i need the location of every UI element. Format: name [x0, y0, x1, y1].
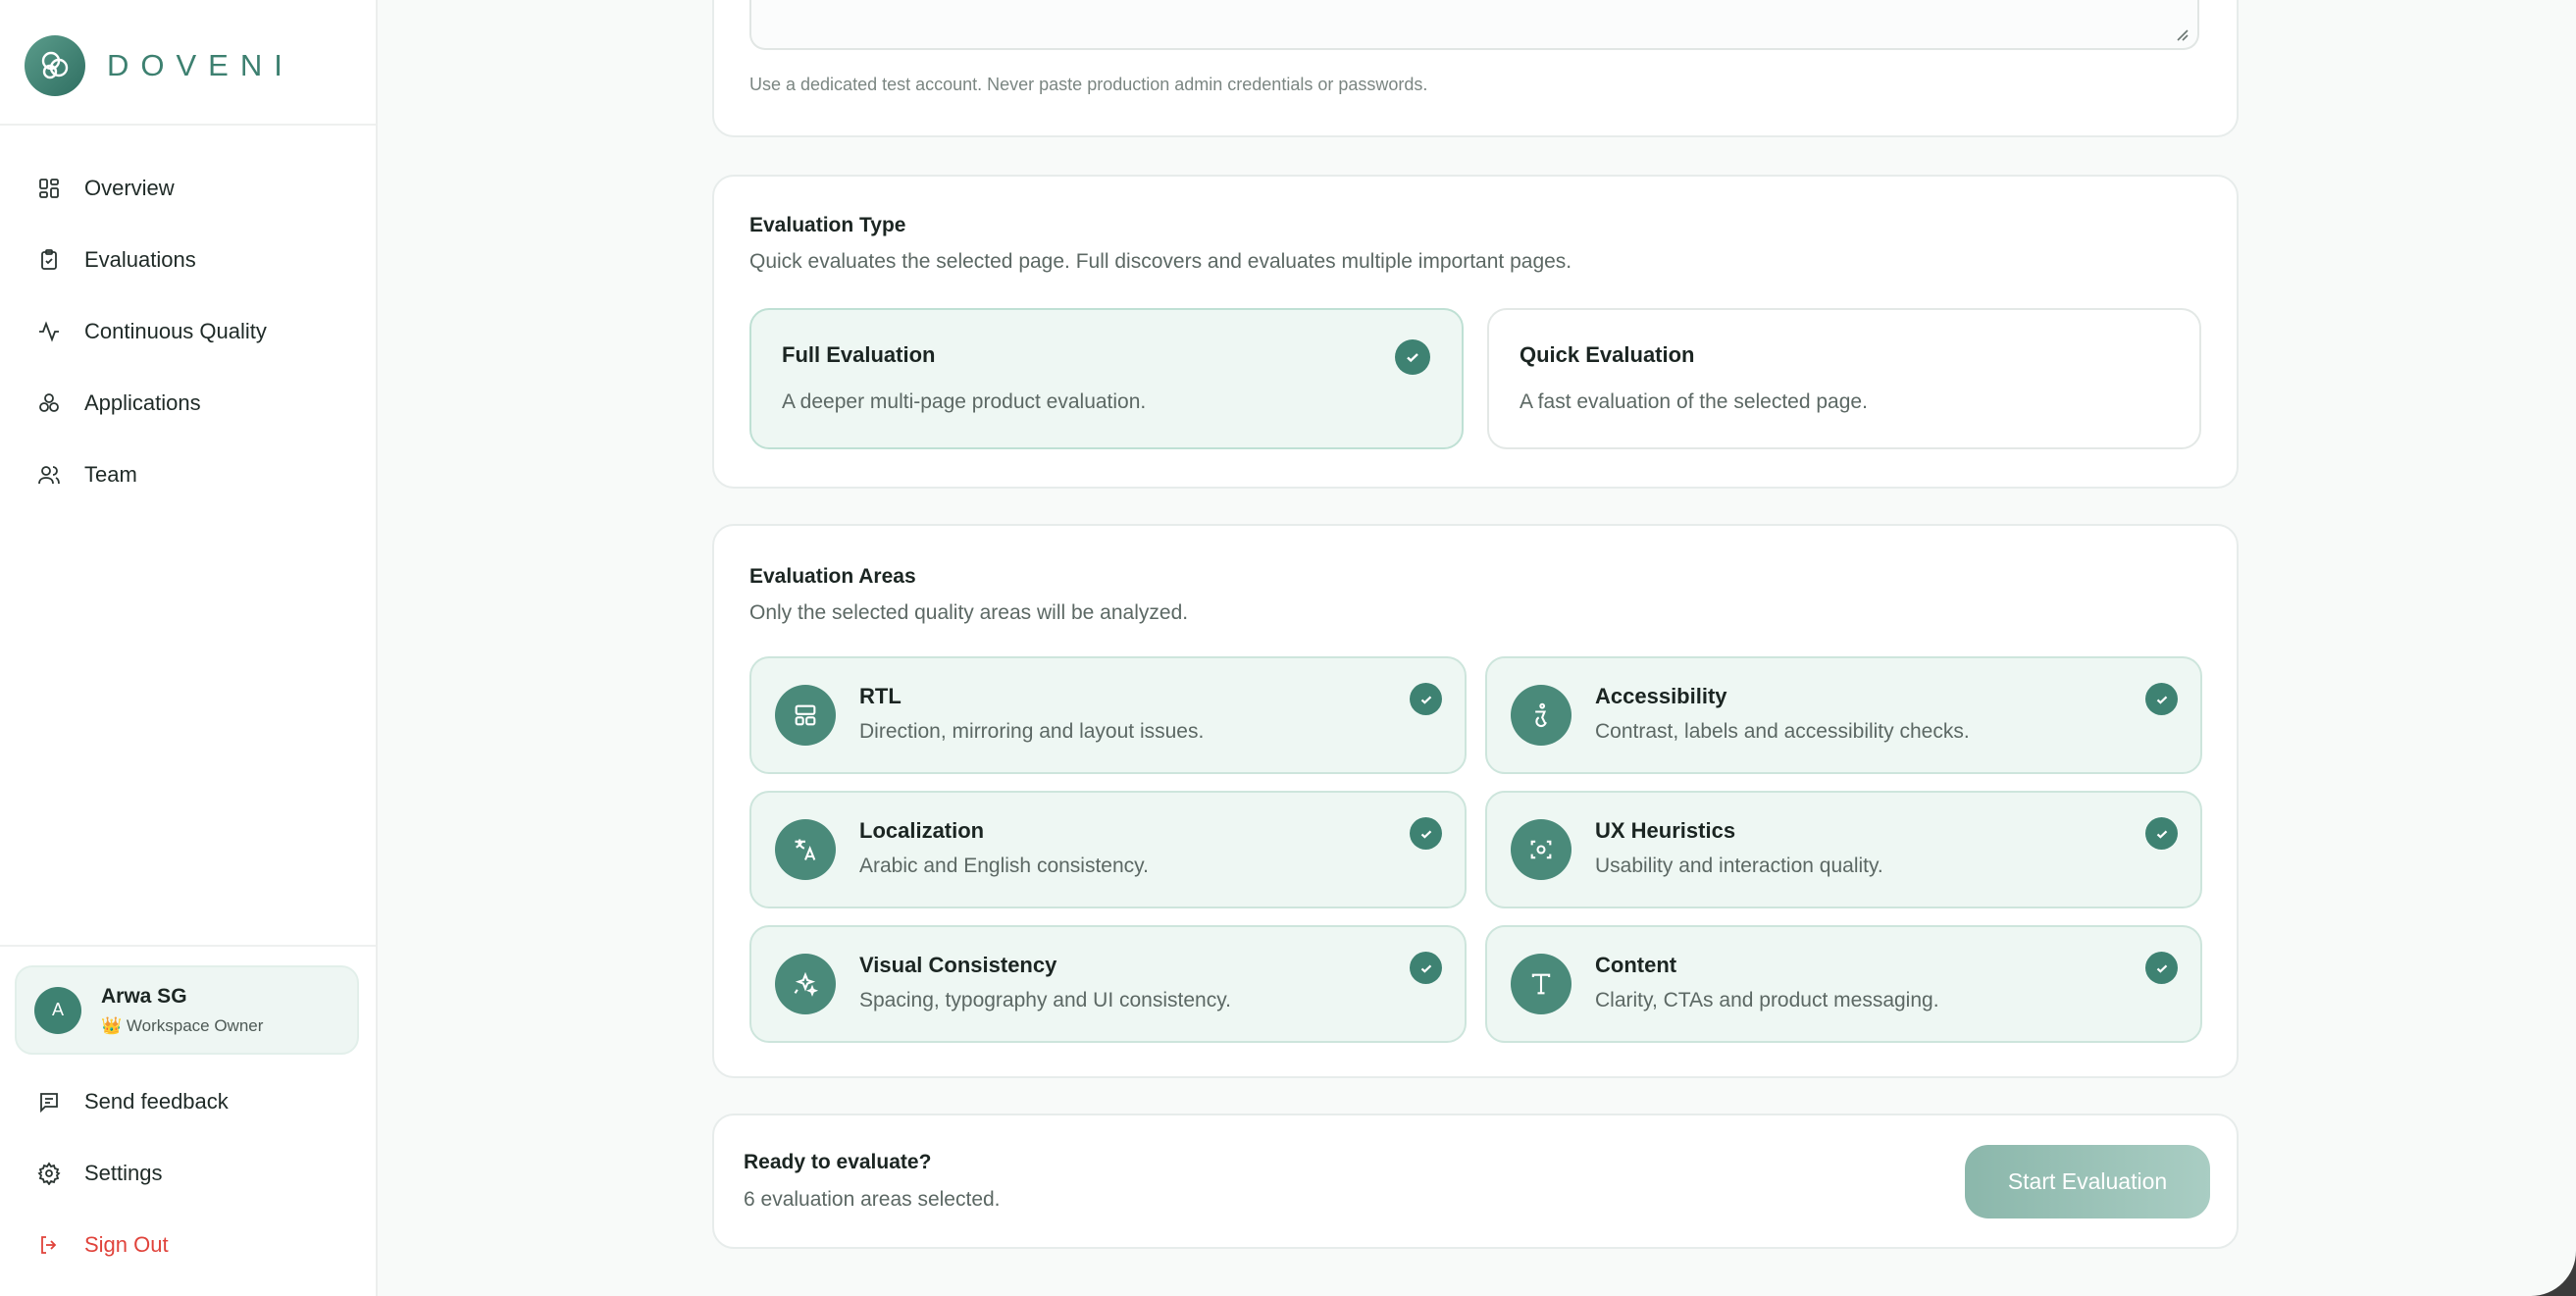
- area-description: Direction, mirroring and layout issues.: [859, 720, 1205, 743]
- accessibility-icon: [1511, 685, 1571, 746]
- section-title: Evaluation Type: [749, 214, 906, 236]
- users-icon: [35, 461, 63, 489]
- section-title: Evaluation Areas: [749, 565, 916, 588]
- area-title: Accessibility: [1595, 684, 1727, 708]
- area-description: Clarity, CTAs and product messaging.: [1595, 989, 1939, 1011]
- area-content[interactable]: Content Clarity, CTAs and product messag…: [1485, 925, 2202, 1043]
- check-icon: [1410, 683, 1442, 715]
- section-subtitle: Only the selected quality areas will be …: [749, 601, 1189, 624]
- avatar: A: [34, 986, 81, 1034]
- area-title: Content: [1595, 953, 1677, 977]
- start-evaluation-button[interactable]: Start Evaluation: [1965, 1145, 2210, 1218]
- option-title: Full Evaluation: [782, 342, 936, 367]
- area-title: Visual Consistency: [859, 953, 1057, 977]
- user-name: Arwa SG: [101, 984, 187, 1008]
- nav-overview[interactable]: Overview: [35, 166, 175, 211]
- area-title: Localization: [859, 818, 985, 843]
- ready-card: Ready to evaluate? 6 evaluation areas se…: [712, 1114, 2239, 1249]
- sparkles-icon: [775, 954, 836, 1014]
- activity-icon: [35, 318, 63, 345]
- check-icon: [1410, 817, 1442, 850]
- nav-label: Settings: [84, 1161, 163, 1185]
- evaluation-type-card: Evaluation Type Quick evaluates the sele…: [712, 175, 2239, 489]
- user-role: 👑 Workspace Owner: [101, 1015, 264, 1035]
- area-description: Contrast, labels and accessibility check…: [1595, 720, 1970, 743]
- grid-icon: [35, 175, 63, 202]
- sidebar: DOVENI Overview Evaluations Continuous Q…: [0, 0, 378, 1296]
- area-visual-consistency[interactable]: Visual Consistency Spacing, typography a…: [749, 925, 1467, 1043]
- nav-label: Send feedback: [84, 1089, 229, 1114]
- sign-out-button[interactable]: Sign Out: [35, 1222, 169, 1268]
- nav-label: Applications: [84, 390, 201, 415]
- check-icon: [1410, 952, 1442, 984]
- message-icon: [35, 1088, 63, 1115]
- nav-evaluations[interactable]: Evaluations: [35, 237, 196, 283]
- quick-evaluation-option[interactable]: Quick Evaluation A fast evaluation of th…: [1487, 308, 2201, 449]
- selected-count: 6 evaluation areas selected.: [744, 1188, 1001, 1211]
- section-subtitle: Quick evaluates the selected page. Full …: [749, 250, 1572, 273]
- credentials-textarea[interactable]: [749, 0, 2199, 50]
- user-profile-card[interactable]: A Arwa SG 👑 Workspace Owner: [15, 965, 359, 1055]
- nav-label: Evaluations: [84, 247, 196, 272]
- scan-icon: [1511, 819, 1571, 880]
- ready-title: Ready to evaluate?: [744, 1151, 932, 1173]
- area-description: Spacing, typography and UI consistency.: [859, 989, 1231, 1011]
- nav-applications[interactable]: Applications: [35, 381, 201, 426]
- check-icon: [1395, 339, 1430, 375]
- divider: [0, 124, 376, 126]
- nav-label: Sign Out: [84, 1232, 169, 1257]
- apps-cluster-icon: [35, 389, 63, 417]
- nav-team[interactable]: Team: [35, 452, 137, 497]
- area-title: UX Heuristics: [1595, 818, 1736, 843]
- evaluation-areas-card: Evaluation Areas Only the selected quali…: [712, 524, 2239, 1078]
- brand-name: DOVENI: [107, 48, 294, 82]
- area-ux-heuristics[interactable]: UX Heuristics Usability and interaction …: [1485, 791, 2202, 908]
- text-icon: [1511, 954, 1571, 1014]
- send-feedback-button[interactable]: Send feedback: [35, 1079, 229, 1124]
- credentials-card: Use a dedicated test account. Never past…: [712, 0, 2239, 137]
- area-accessibility[interactable]: Accessibility Contrast, labels and acces…: [1485, 656, 2202, 774]
- app-window: DOVENI Overview Evaluations Continuous Q…: [0, 0, 2576, 1296]
- resize-grip-icon[interactable]: [2174, 26, 2190, 42]
- sign-out-icon: [35, 1231, 63, 1259]
- divider: [0, 945, 376, 947]
- nav-label: Continuous Quality: [84, 319, 267, 343]
- doveni-logo-icon: [25, 35, 85, 96]
- area-rtl[interactable]: RTL Direction, mirroring and layout issu…: [749, 656, 1467, 774]
- option-description: A fast evaluation of the selected page.: [1520, 390, 1868, 413]
- check-icon: [2145, 952, 2178, 984]
- area-title: RTL: [859, 684, 902, 708]
- credentials-hint: Use a dedicated test account. Never past…: [749, 75, 1428, 94]
- layout-icon: [775, 685, 836, 746]
- nav-continuous-quality[interactable]: Continuous Quality: [35, 309, 267, 354]
- translate-icon: [775, 819, 836, 880]
- check-icon: [2145, 817, 2178, 850]
- check-icon: [2145, 683, 2178, 715]
- gear-icon: [35, 1160, 63, 1187]
- area-description: Usability and interaction quality.: [1595, 855, 1883, 877]
- settings-button[interactable]: Settings: [35, 1151, 163, 1196]
- brand-logo[interactable]: DOVENI: [25, 33, 294, 98]
- nav-label: Overview: [84, 176, 175, 200]
- option-description: A deeper multi-page product evaluation.: [782, 390, 1147, 413]
- option-title: Quick Evaluation: [1520, 342, 1695, 367]
- user-info: Arwa SG 👑 Workspace Owner: [101, 985, 263, 1036]
- area-description: Arabic and English consistency.: [859, 855, 1149, 877]
- area-localization[interactable]: Localization Arabic and English consiste…: [749, 791, 1467, 908]
- clipboard-check-icon: [35, 246, 63, 274]
- nav-label: Team: [84, 462, 137, 487]
- full-evaluation-option[interactable]: Full Evaluation A deeper multi-page prod…: [749, 308, 1464, 449]
